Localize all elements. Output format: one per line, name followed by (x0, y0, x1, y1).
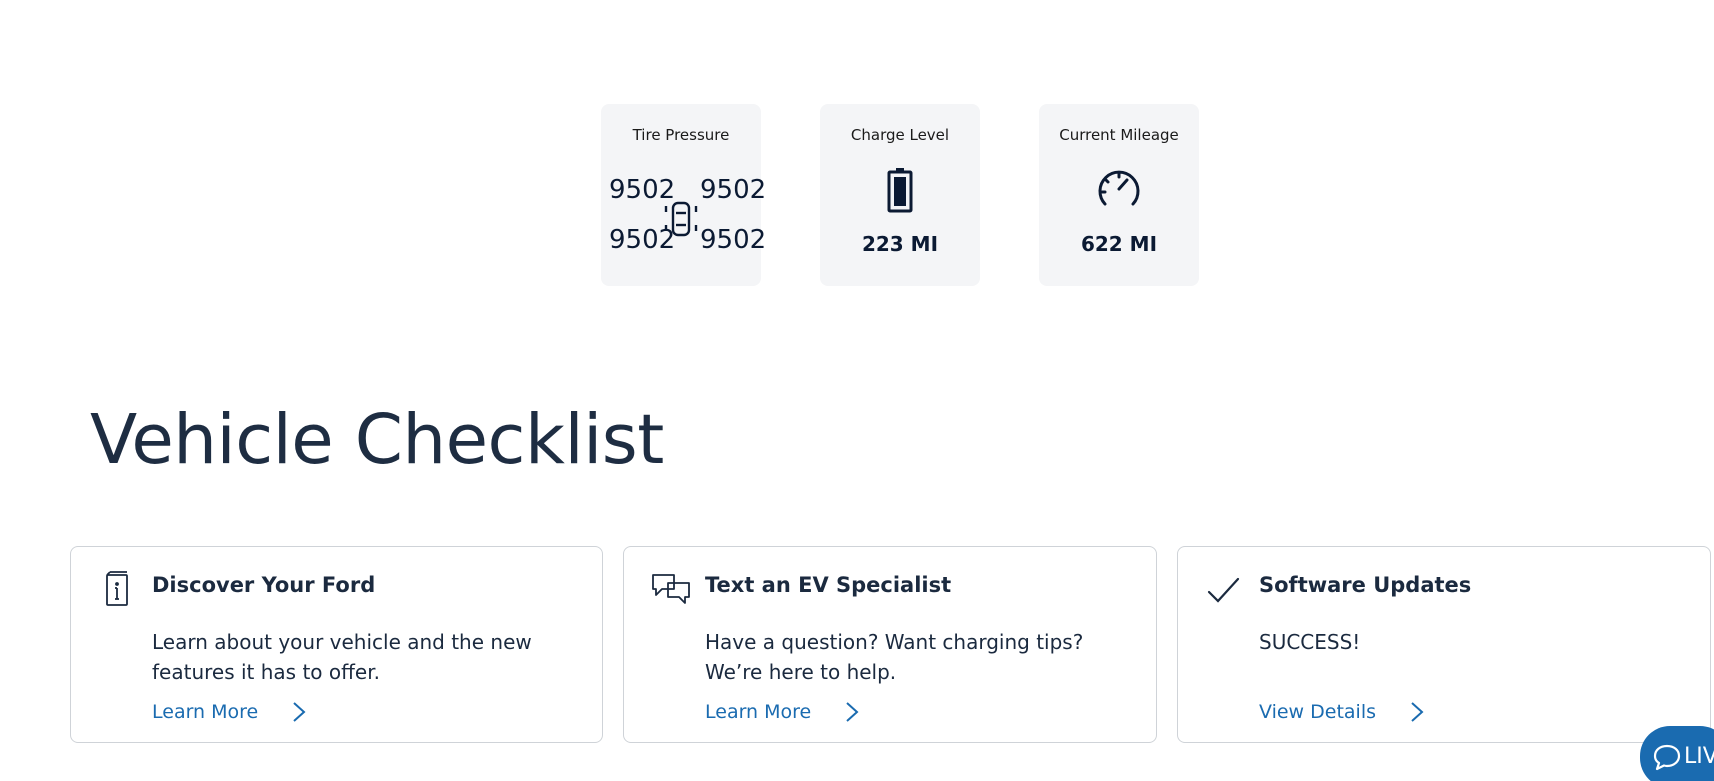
manual-book-icon (106, 571, 128, 606)
tire-pressure-front-right: 9502 (700, 175, 767, 205)
chevron-right-icon (293, 702, 306, 722)
learn-more-link[interactable]: Learn More (152, 701, 306, 723)
current-mileage-tile[interactable]: Current Mileage 622 MI (1039, 104, 1199, 286)
vehicle-checklist-heading: Vehicle Checklist (90, 400, 664, 480)
speedometer-icon (1098, 170, 1140, 206)
learn-more-link[interactable]: Learn More (705, 701, 859, 723)
chat-bubble-icon (1653, 744, 1681, 771)
car-top-view-icon (664, 201, 698, 237)
card-title: Software Updates (1259, 573, 1472, 597)
view-details-link[interactable]: View Details (1259, 701, 1424, 723)
card-title: Text an EV Specialist (705, 573, 952, 597)
vehicle-dashboard-page: Tire Pressure 9502 9502 9502 9502 Charge… (0, 0, 1714, 781)
chat-bubbles-icon (652, 574, 690, 604)
chevron-right-icon (1411, 702, 1424, 722)
checkmark-icon (1207, 577, 1240, 603)
card-description: SUCCESS! (1259, 630, 1361, 654)
checklist-card-discover: Discover Your Ford Learn about your vehi… (70, 546, 603, 743)
current-mileage-value: 622 MI (1080, 232, 1158, 256)
link-label: View Details (1259, 701, 1376, 723)
checklist-card-ev-specialist: Text an EV Specialist Have a question? W… (623, 546, 1157, 743)
tire-pressure-rear-right: 9502 (700, 225, 767, 255)
charge-level-title: Charge Level (850, 126, 950, 144)
charge-level-value: 223 MI (861, 232, 939, 256)
checklist-card-software-updates: Software Updates SUCCESS! View Details (1177, 546, 1711, 743)
tire-pressure-tile[interactable]: Tire Pressure 9502 9502 9502 9502 (601, 104, 766, 286)
card-title: Discover Your Ford (152, 573, 376, 597)
link-label: Learn More (705, 701, 812, 723)
battery-icon (887, 168, 913, 213)
current-mileage-title: Current Mileage (1059, 126, 1179, 144)
chevron-right-icon (846, 702, 859, 722)
link-label: Learn More (152, 701, 259, 723)
tire-pressure-title: Tire Pressure (632, 126, 730, 144)
live-chat-button[interactable]: LIV (1640, 726, 1714, 781)
charge-level-tile[interactable]: Charge Level 223 MI (820, 104, 980, 286)
card-description: Have a question? Want charging tips? We’… (705, 630, 1084, 684)
live-chat-label: LIV (1684, 744, 1714, 769)
card-description: Learn about your vehicle and the new fea… (152, 630, 532, 684)
